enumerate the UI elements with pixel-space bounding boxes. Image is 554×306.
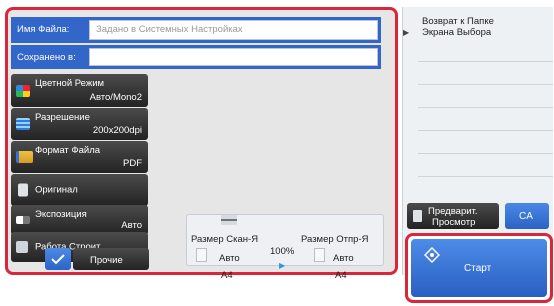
color-mode-button[interactable]: Цветной Режим Авто/Mono2	[11, 74, 148, 107]
file-format-button[interactable]: Формат Файла PDF	[11, 141, 148, 173]
start-diamond-icon	[424, 247, 440, 263]
file-format-label: Формат Файла	[35, 145, 101, 156]
list-row	[418, 86, 553, 108]
file-name-label: Имя Файла:	[17, 24, 70, 35]
preview-label-2: Просмотр	[432, 217, 476, 228]
resolution-icon	[16, 118, 30, 130]
job-build-icon	[16, 241, 28, 253]
start-highlight: Старт	[405, 233, 553, 303]
scanner-icon	[221, 215, 237, 225]
start-button[interactable]: Старт	[411, 239, 547, 297]
scan-size-label: Размер Скан-Я	[191, 234, 259, 245]
start-label: Старт	[464, 263, 492, 274]
send-paper-size: A4	[335, 270, 347, 281]
saved-in-label: Сохранено в:	[17, 52, 76, 63]
back-to-folder-button[interactable]: Возврат к Папке Экрана Выбора	[418, 12, 553, 40]
checkmark-icon	[51, 254, 65, 265]
original-label: Оригинал	[35, 184, 78, 196]
preview-label-1: Предварит.	[428, 206, 478, 217]
saved-in-row: Сохранено в:	[11, 45, 381, 69]
back-label-1: Возврат к Папке	[422, 16, 494, 27]
file-name-row: Имя Файла: Задано в Системных Настройках	[11, 17, 381, 43]
color-mode-label: Цветной Режим	[35, 78, 105, 89]
back-arrow-icon: ▶	[403, 28, 410, 37]
exposure-icon	[16, 216, 30, 224]
scan-mode: Авто	[219, 253, 240, 264]
send-mode: Авто	[333, 253, 354, 264]
original-icon	[18, 183, 28, 197]
send-size-label: Размер Отпр-Я	[301, 234, 369, 245]
file-format-icon	[16, 151, 33, 163]
resolution-label: Разрешение	[35, 112, 90, 123]
list-row	[418, 155, 553, 177]
ca-label: CA	[519, 211, 533, 222]
color-mode-icon	[16, 84, 30, 97]
list-row	[418, 132, 553, 154]
scan-paper-icon[interactable]	[196, 248, 207, 262]
preview-button[interactable]: Предварит. Просмотр	[407, 203, 499, 229]
color-mode-value: Авто/Mono2	[89, 92, 142, 103]
saved-in-input[interactable]	[89, 48, 378, 66]
exposure-value: Авто	[121, 220, 142, 231]
exposure-label: Экспозиция	[35, 209, 87, 220]
file-format-value: PDF	[123, 158, 142, 169]
resolution-value: 200x200dpi	[92, 125, 142, 136]
arrow-right-icon: ▶	[279, 261, 286, 270]
list-row	[418, 109, 553, 131]
zoom-ratio: 100%	[270, 246, 295, 257]
preview-icon	[413, 210, 422, 222]
others-label: Прочие	[90, 255, 123, 266]
original-button[interactable]: Оригинал	[11, 174, 148, 206]
file-name-input[interactable]: Задано в Системных Настройках	[89, 20, 378, 40]
list-row	[418, 40, 553, 62]
list-row	[418, 63, 553, 85]
scan-paper-size: A4	[221, 270, 233, 281]
exposure-button[interactable]: Экспозиция Авто	[11, 205, 148, 235]
clear-all-button[interactable]: CA	[505, 203, 549, 229]
others-button[interactable]: Прочие	[73, 248, 149, 270]
checkmark-button[interactable]	[45, 248, 71, 270]
send-paper-icon[interactable]	[314, 248, 325, 262]
back-label-2: Экрана Выбора	[422, 27, 492, 38]
resolution-button[interactable]: Разрешение 200x200dpi	[11, 108, 148, 140]
